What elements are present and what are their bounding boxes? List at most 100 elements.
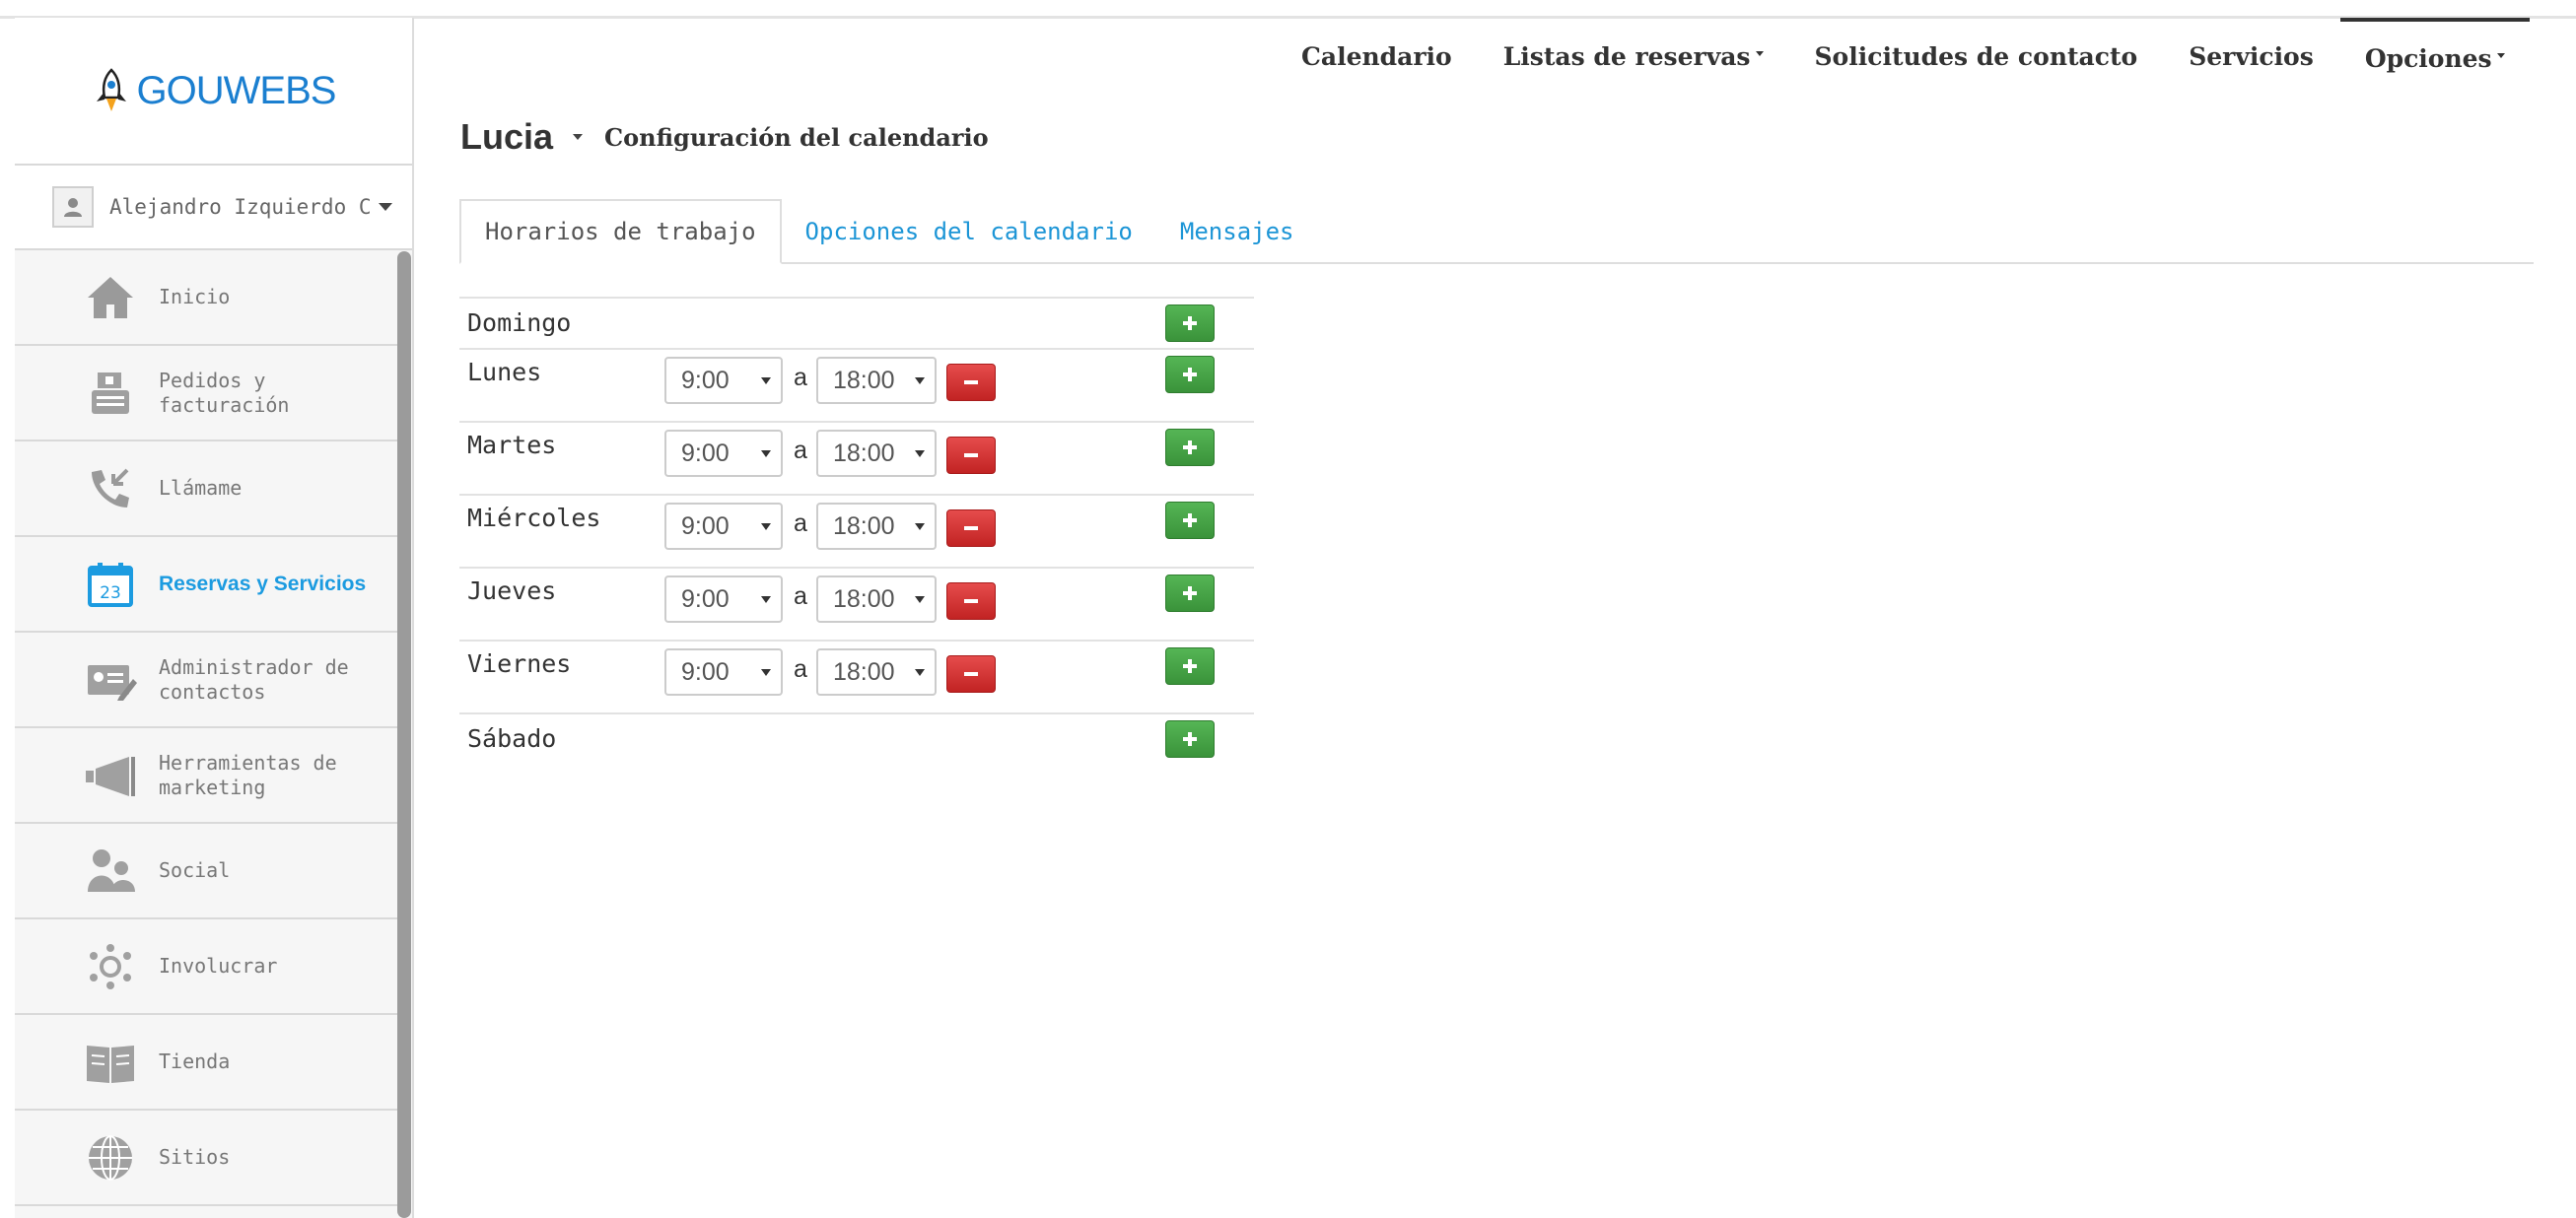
end-time-select[interactable]: 18:00 — [816, 648, 937, 696]
end-time-select[interactable]: 18:00 — [816, 503, 937, 550]
range-separator: a — [794, 655, 807, 683]
dropdown-arrow-icon — [761, 450, 771, 457]
end-time-select[interactable]: 18:00 — [816, 357, 937, 404]
dropdown-arrow-icon — [915, 450, 925, 457]
caret-down-icon — [2496, 52, 2505, 58]
remove-timeslot-button[interactable] — [946, 582, 996, 620]
page-heading: Lucia Configuración del calendario — [460, 116, 989, 158]
day-label: Viernes — [467, 649, 572, 678]
schedule-row-miercoles: Miércoles 9:00 a 18:00 — [459, 494, 1254, 567]
nav-servicios[interactable]: Servicios — [2189, 42, 2314, 71]
sidebar-item-label: Social — [159, 858, 231, 882]
plus-icon — [1181, 439, 1199, 456]
calendar-owner-name: Lucia — [460, 116, 554, 157]
range-separator: a — [794, 437, 807, 464]
dropdown-arrow-icon — [761, 377, 771, 384]
sidebar-item-tienda[interactable]: Tienda — [15, 1015, 397, 1111]
user-icon — [64, 198, 82, 217]
add-timeslot-button[interactable] — [1165, 356, 1215, 393]
remove-timeslot-button[interactable] — [946, 364, 996, 401]
phone-icon — [82, 460, 139, 517]
start-time-select[interactable]: 9:00 — [664, 575, 783, 623]
nav-calendario[interactable]: Calendario — [1301, 42, 1452, 71]
schedule-row-sabado: Sábado — [459, 712, 1254, 764]
sidebar-item-label: Reservas y Servicios — [159, 573, 367, 595]
day-label: Domingo — [467, 308, 572, 337]
end-time-select[interactable]: 18:00 — [816, 430, 937, 477]
rocket-icon — [96, 68, 126, 111]
schedule-row-domingo: Domingo — [459, 297, 1254, 348]
add-timeslot-button[interactable] — [1165, 720, 1215, 758]
schedule-row-lunes: Lunes 9:00 a 18:00 — [459, 348, 1254, 421]
day-label: Sábado — [467, 724, 557, 753]
add-timeslot-button[interactable] — [1165, 647, 1215, 685]
sidebar-item-inicio[interactable]: Inicio — [15, 250, 397, 346]
sidebar-item-label: Herramientas de marketing — [159, 750, 337, 799]
sidebar-item-label: Tienda — [159, 1049, 231, 1073]
sidebar: GOUWEBS Alejandro Izquierdo Cli Inicio P… — [15, 18, 414, 1218]
sidebar-item-reservas[interactable]: 23 Reservas y Servicios — [15, 537, 397, 633]
logo-text: GOUWEBS — [136, 68, 337, 112]
user-selector[interactable]: Alejandro Izquierdo Cli — [15, 166, 412, 250]
page-subtitle: Configuración del calendario — [604, 122, 989, 152]
plus-icon — [1181, 584, 1199, 602]
people-icon — [82, 843, 139, 900]
add-timeslot-button[interactable] — [1165, 304, 1215, 342]
sidebar-item-involucrar[interactable]: Involucrar — [15, 919, 397, 1015]
day-label: Lunes — [467, 358, 542, 386]
add-timeslot-button[interactable] — [1165, 429, 1215, 466]
nav-listas-de-reservas[interactable]: Listas de reservas — [1503, 42, 1764, 71]
schedule-row-viernes: Viernes 9:00 a 18:00 — [459, 640, 1254, 712]
sidebar-item-label: Administrador de contactos — [159, 654, 349, 704]
chevron-down-icon[interactable] — [379, 203, 392, 211]
sidebar-item-social[interactable]: Social — [15, 824, 397, 919]
minus-icon — [962, 665, 980, 683]
plus-icon — [1181, 366, 1199, 383]
caret-down-icon — [1755, 50, 1764, 56]
start-time-select[interactable]: 9:00 — [664, 430, 783, 477]
dropdown-arrow-icon — [915, 669, 925, 676]
sidebar-item-label: Sitios — [159, 1145, 231, 1169]
sidebar-item-marketing[interactable]: Herramientas de marketing — [15, 728, 397, 824]
book-icon — [82, 1034, 139, 1091]
dropdown-arrow-icon — [761, 596, 771, 603]
network-icon — [82, 938, 139, 995]
sidebar-item-llamame[interactable]: Llámame — [15, 441, 397, 537]
add-timeslot-button[interactable] — [1165, 502, 1215, 539]
contact-card-icon — [82, 651, 139, 709]
range-separator: a — [794, 582, 807, 610]
day-label: Miércoles — [467, 504, 601, 532]
remove-timeslot-button[interactable] — [946, 437, 996, 474]
home-icon — [82, 269, 139, 326]
minus-icon — [962, 446, 980, 464]
sidebar-item-label: Pedidos y facturación — [159, 368, 290, 417]
plus-icon — [1181, 657, 1199, 675]
tab-horarios-de-trabajo[interactable]: Horarios de trabajo — [459, 199, 782, 264]
nav-solicitudes-de-contacto[interactable]: Solicitudes de contacto — [1815, 42, 2138, 71]
nav-opciones[interactable]: Opciones — [2339, 18, 2530, 95]
tab-mensajes[interactable]: Mensajes — [1156, 201, 1318, 262]
logo[interactable]: GOUWEBS — [15, 18, 412, 166]
sidebar-item-sitios[interactable]: Sitios — [15, 1111, 397, 1206]
sidebar-item-contactos[interactable]: Administrador de contactos — [15, 633, 397, 728]
start-time-select[interactable]: 9:00 — [664, 357, 783, 404]
remove-timeslot-button[interactable] — [946, 655, 996, 693]
tab-opciones-del-calendario[interactable]: Opciones del calendario — [782, 201, 1156, 262]
sidebar-item-pedidos[interactable]: Pedidos y facturación — [15, 346, 397, 441]
start-time-select[interactable]: 9:00 — [664, 503, 783, 550]
end-time-select[interactable]: 18:00 — [816, 575, 937, 623]
cash-register-icon — [82, 365, 139, 422]
start-time-select[interactable]: 9:00 — [664, 648, 783, 696]
sidebar-scrollbar[interactable] — [397, 251, 411, 1218]
schedule-row-jueves: Jueves 9:00 a 18:00 — [459, 567, 1254, 640]
owner-dropdown-icon[interactable] — [573, 134, 584, 140]
dropdown-arrow-icon — [761, 669, 771, 676]
remove-timeslot-button[interactable] — [946, 509, 996, 547]
range-separator: a — [794, 509, 807, 537]
working-hours-table: Domingo Lunes 9:00 a 18:00 Martes 9:00 a… — [459, 297, 1254, 764]
sidebar-item-label: Llámame — [159, 476, 243, 500]
dropdown-arrow-icon — [915, 596, 925, 603]
dropdown-arrow-icon — [915, 523, 925, 530]
add-timeslot-button[interactable] — [1165, 575, 1215, 612]
tab-bar: Horarios de trabajo Opciones del calenda… — [459, 197, 2534, 264]
